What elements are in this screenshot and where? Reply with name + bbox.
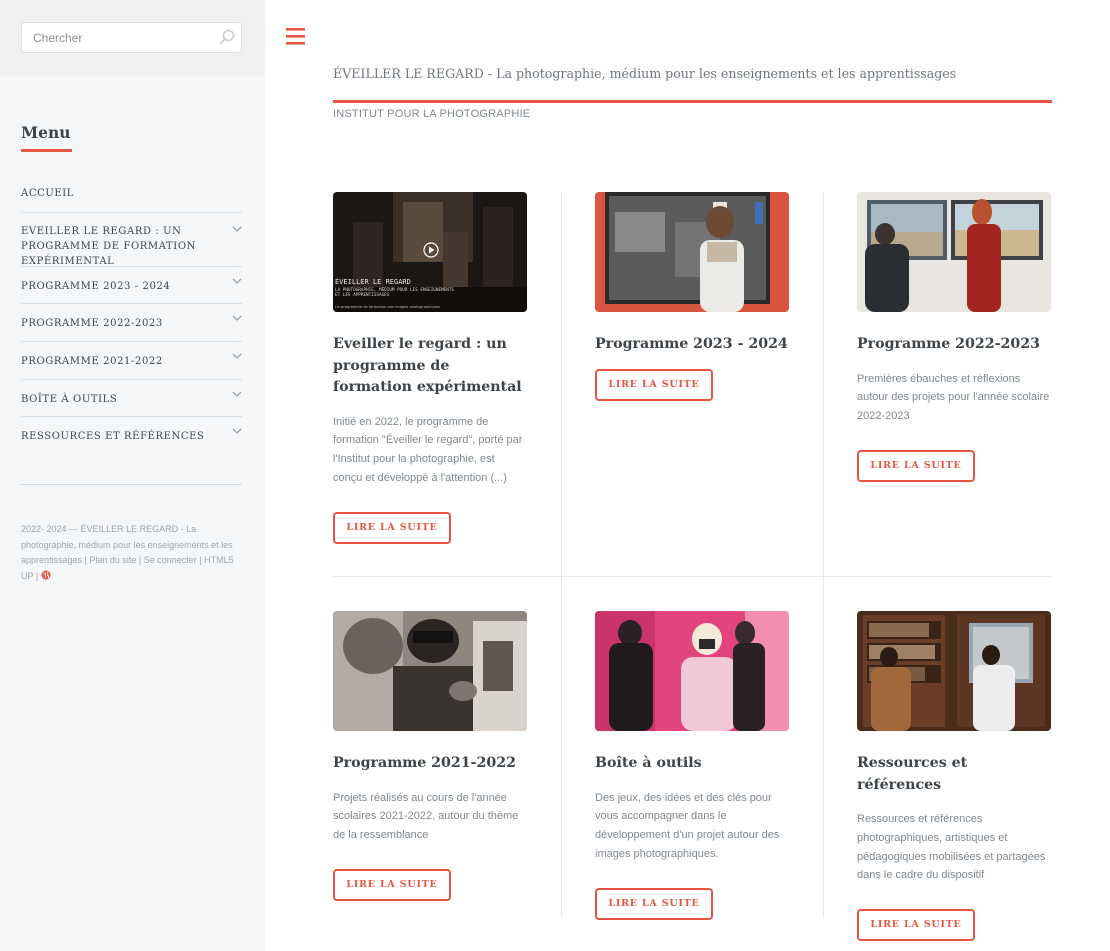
- article-title[interactable]: Programme 2023 - 2024: [595, 334, 789, 356]
- read-more-button[interactable]: LIRE LA SUITE: [857, 909, 975, 942]
- sidebar-divider: [21, 484, 242, 485]
- plan-du-site-link[interactable]: Plan du site: [89, 555, 136, 565]
- site-title[interactable]: ÉVEILLER LE REGARD - La photographie, mé…: [333, 66, 956, 81]
- grid-divider: [333, 576, 1052, 577]
- sidebar-menu: ACCUEIL EVEILLER LE REGARD : UN PROGRAMM…: [21, 174, 242, 454]
- search-icon[interactable]: [218, 28, 236, 46]
- article-excerpt: Premières ébauches et réflexions autour …: [857, 372, 1050, 423]
- sidebar-item-label: BOÎTE À OUTILS: [21, 394, 118, 405]
- article-card: Ressources et références Ressources et r…: [857, 611, 1051, 942]
- sidebar: Menu ACCUEIL EVEILLER LE REGARD : UN PRO…: [0, 0, 265, 951]
- article-excerpt: Des jeux, des idées et des clés pour vou…: [595, 791, 780, 860]
- article-thumbnail[interactable]: [595, 611, 789, 731]
- sidebar-item-label: ACCUEIL: [21, 188, 75, 199]
- chevron-down-icon[interactable]: [232, 314, 242, 322]
- video-text-overlay: Un programme de formation aux images pho…: [335, 305, 440, 309]
- article-card: Programme 2023 - 2024 LIRE LA SUITE: [595, 192, 789, 401]
- menu-title: Menu: [21, 123, 71, 142]
- video-thumbnail[interactable]: ÉVEILLER LE REGARD LA PHOTOGRAPHIE, MÉDI…: [333, 192, 527, 312]
- chevron-down-icon[interactable]: [232, 277, 242, 285]
- article-image: [595, 192, 789, 312]
- article-thumbnail[interactable]: [857, 192, 1051, 312]
- article-card: Boîte à outils Des jeux, des idées et de…: [595, 611, 789, 920]
- article-thumbnail[interactable]: [333, 611, 527, 731]
- sidebar-item-programme-2022-2023[interactable]: PROGRAMME 2022-2023: [21, 303, 242, 341]
- article-title[interactable]: Eveiller le regard : un programme de for…: [333, 334, 527, 399]
- chevron-down-icon[interactable]: [232, 390, 242, 398]
- article-image: [595, 611, 789, 731]
- grid-divider: [561, 192, 562, 918]
- chevron-down-icon[interactable]: [232, 352, 242, 360]
- article-thumbnail[interactable]: [857, 611, 1051, 731]
- menu-title-underline: [21, 149, 72, 152]
- article-title[interactable]: Ressources et références: [857, 753, 1051, 796]
- globe-icon[interactable]: [41, 570, 51, 580]
- read-more-button[interactable]: LIRE LA SUITE: [333, 868, 451, 901]
- read-more-button[interactable]: LIRE LA SUITE: [595, 368, 713, 401]
- article-image: [857, 192, 1051, 312]
- header-rule: [333, 100, 1052, 103]
- sidebar-item-ressources[interactable]: RESSOURCES ET RÉFÉRENCES: [21, 416, 242, 454]
- article-excerpt: Initié en 2022, le programme de formatio…: [333, 415, 523, 484]
- footer-years: 2022- 2024: [21, 524, 67, 534]
- hamburger-menu-icon[interactable]: [286, 28, 305, 45]
- login-link[interactable]: Se connecter: [144, 555, 197, 565]
- article-card: Programme 2021-2022 Projets réalisés au …: [333, 611, 527, 901]
- read-more-button[interactable]: LIRE LA SUITE: [333, 511, 451, 544]
- grid-divider: [823, 192, 824, 918]
- sidebar-item-eveiller-le-regard[interactable]: EVEILLER LE REGARD : UN PROGRAMME DE FOR…: [21, 212, 242, 267]
- video-title-overlay: ÉVEILLER LE REGARD: [335, 277, 411, 286]
- search-area: [0, 0, 265, 76]
- footer-separator: |: [33, 570, 41, 581]
- sidebar-item-programme-2023-2024[interactable]: PROGRAMME 2023 - 2024: [21, 266, 242, 303]
- search-input[interactable]: [21, 22, 242, 53]
- article-image: ÉVEILLER LE REGARD LA PHOTOGRAPHIE, MÉDI…: [333, 192, 527, 312]
- footer-separator: |: [136, 555, 144, 565]
- article-excerpt: Ressources et références photographiques…: [857, 813, 1046, 882]
- article-thumbnail[interactable]: [595, 192, 789, 312]
- site-subtitle: INSTITUT POUR LA PHOTOGRAPHIE: [333, 108, 531, 120]
- article-card: ÉVEILLER LE REGARD LA PHOTOGRAPHIE, MÉDI…: [333, 192, 527, 544]
- read-more-button[interactable]: LIRE LA SUITE: [857, 449, 975, 482]
- sidebar-item-label: PROGRAMME 2023 - 2024: [21, 281, 171, 292]
- sidebar-item-boite-a-outils[interactable]: BOÎTE À OUTILS: [21, 379, 242, 416]
- article-title[interactable]: Boîte à outils: [595, 753, 789, 775]
- chevron-down-icon[interactable]: [232, 427, 242, 435]
- article-title[interactable]: Programme 2022-2023: [857, 334, 1051, 356]
- sidebar-item-label: EVEILLER LE REGARD : UN PROGRAMME DE FOR…: [21, 226, 196, 267]
- article-image: [857, 611, 1051, 731]
- video-text-overlay: ET LES APPRENTISSAGES: [335, 292, 390, 298]
- article-title[interactable]: Programme 2021-2022: [333, 753, 527, 775]
- sidebar-item-label: PROGRAMME 2022-2023: [21, 318, 163, 329]
- chevron-down-icon[interactable]: [232, 225, 242, 233]
- article-image: [333, 611, 527, 731]
- sidebar-item-accueil[interactable]: ACCUEIL: [21, 174, 242, 212]
- sidebar-footer: 2022- 2024 — ÉVEILLER LE REGARD - La pho…: [21, 522, 246, 584]
- sidebar-item-label: PROGRAMME 2021-2022: [21, 356, 163, 367]
- article-card: Programme 2022-2023 Premières ébauches e…: [857, 192, 1051, 482]
- sidebar-item-label: RESSOURCES ET RÉFÉRENCES: [21, 431, 205, 442]
- sidebar-item-programme-2021-2022[interactable]: PROGRAMME 2021-2022: [21, 341, 242, 379]
- read-more-button[interactable]: LIRE LA SUITE: [595, 887, 713, 920]
- article-excerpt: Projets réalisés au cours de l'année sco…: [333, 791, 519, 842]
